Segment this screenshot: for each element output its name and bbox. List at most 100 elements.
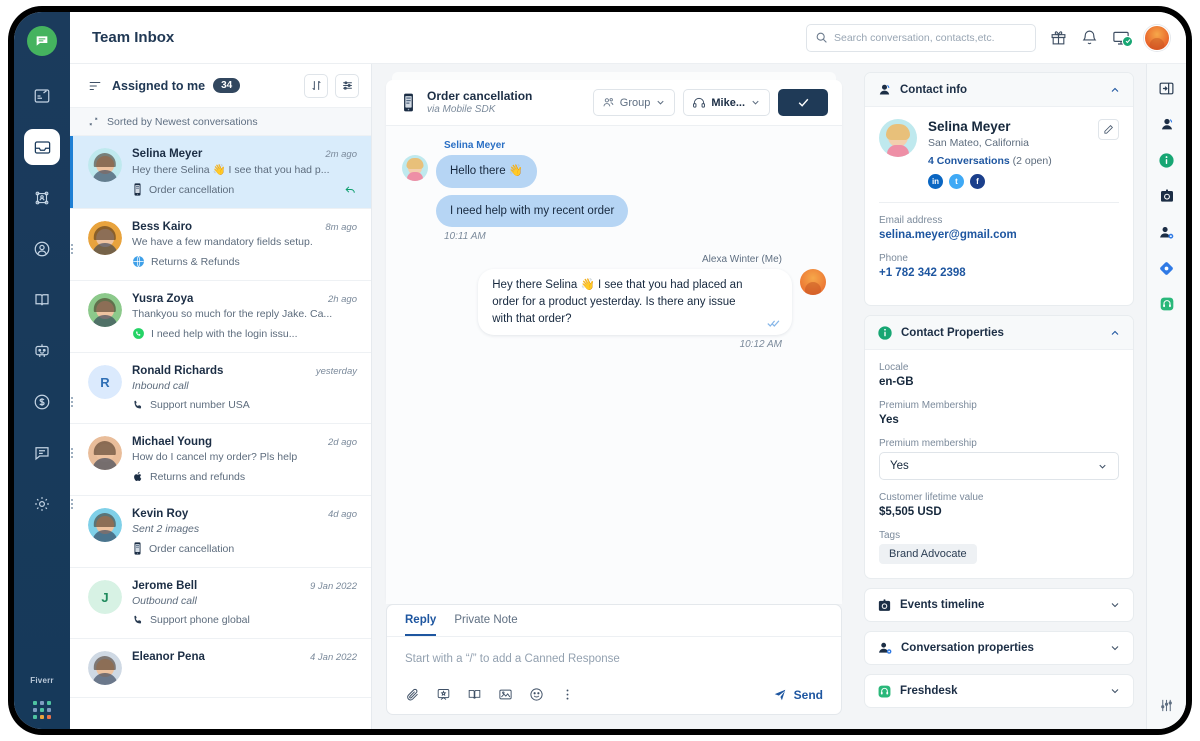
conversation-properties-icon[interactable] [1157, 222, 1177, 242]
send-button-label: Send [794, 688, 823, 702]
resolve-button[interactable] [778, 89, 828, 116]
composer-tabs: Reply Private Note [387, 605, 841, 637]
agent-dropdown[interactable]: Mike... [683, 89, 770, 116]
search-input[interactable] [834, 32, 1027, 44]
sidebar-item-bots[interactable] [24, 333, 60, 369]
gift-icon[interactable] [1050, 29, 1067, 46]
conversation-snippet: Inbound call [132, 380, 357, 392]
header-actions [806, 24, 1170, 52]
contact-info-title: Contact info [900, 84, 967, 96]
sliders-icon[interactable] [335, 74, 359, 98]
conversation-list-item[interactable]: Yusra Zoya2h agoThankyou so much for the… [70, 281, 371, 353]
conversation-list-item[interactable]: Eleanor Pena4 Jan 2022 [70, 639, 371, 698]
chevron-up-icon[interactable] [1109, 84, 1121, 96]
field-value[interactable]: +1 782 342 2398 [879, 267, 1119, 279]
property-select-value: Yes [890, 460, 909, 472]
conversation-list-item[interactable]: RRonald RichardsyesterdayInbound callSup… [70, 353, 371, 424]
attachment-icon[interactable] [405, 687, 420, 702]
chevron-down-icon[interactable] [1109, 642, 1121, 654]
info-circle-icon[interactable] [1157, 150, 1177, 170]
conversation-item-top: Kevin Roy4d ago [132, 508, 357, 520]
knowledge-base-icon[interactable] [467, 687, 482, 702]
sort-bar[interactable]: Sorted by Newest conversations [70, 108, 371, 136]
contact-info-card-header[interactable]: Contact info [865, 73, 1133, 107]
sort-mini-icon [88, 116, 99, 127]
send-button[interactable]: Send [773, 688, 823, 702]
sidebar-item-journeys[interactable] [24, 180, 60, 216]
message-bubble: Hello there 👋 [436, 155, 537, 188]
conversation-contact-name: Yusra Zoya [132, 293, 193, 305]
chevron-down-icon[interactable] [1109, 599, 1121, 611]
conversation-list[interactable]: Selina Meyer2m agoHey there Selina 👋 I s… [70, 136, 371, 729]
avatar[interactable] [1144, 25, 1170, 51]
bell-icon[interactable] [1081, 29, 1098, 46]
avatar-initial: R [88, 365, 122, 399]
desktop-check-icon[interactable] [1112, 29, 1130, 47]
canned-response-icon[interactable] [436, 687, 451, 702]
search-box[interactable] [806, 24, 1036, 52]
sidebar-item-billing[interactable] [24, 384, 60, 420]
contact-info-icon[interactable] [1157, 114, 1177, 134]
stacked-card-peek [392, 72, 836, 80]
field-label: Premium Membership [879, 400, 1119, 411]
linkedin-icon[interactable]: in [928, 174, 943, 189]
conversation-list-item[interactable]: JJerome Bell9 Jan 2022Outbound callSuppo… [70, 568, 371, 639]
collapsed-card[interactable]: Freshdesk [864, 674, 1134, 708]
conversation-item-body: Selina Meyer2m agoHey there Selina 👋 I s… [132, 148, 357, 196]
freshdesk-icon[interactable] [1157, 294, 1177, 314]
sidebar-item-campaigns[interactable] [24, 435, 60, 471]
pencil-icon[interactable] [1098, 119, 1119, 140]
composer-tab-reply[interactable]: Reply [405, 614, 436, 636]
chevron-up-icon[interactable] [1109, 327, 1121, 339]
reply-input[interactable]: Start with a “/” to add a Canned Respons… [387, 637, 841, 687]
image-icon[interactable] [498, 687, 513, 702]
app-grid-icon[interactable] [33, 701, 51, 719]
field-value[interactable]: selina.meyer@gmail.com [879, 229, 1119, 241]
sidebar-item-inbox[interactable] [24, 129, 60, 165]
conversation-channel-row: Order cancellation [132, 183, 357, 196]
more-options-icon[interactable] [560, 687, 575, 702]
filter-lines-icon[interactable] [88, 79, 102, 93]
sort-arrows-icon[interactable] [304, 74, 328, 98]
contact-conversations-link[interactable]: 4 Conversations [928, 155, 1010, 167]
message-group: Selina MeyerHello there 👋I need help wit… [402, 140, 826, 242]
freshsales-diamond-icon[interactable] [1157, 258, 1177, 278]
sidebar-item-knowledge-base[interactable] [24, 282, 60, 318]
chevron-down-icon[interactable] [1109, 685, 1121, 697]
composer-tab-private-note[interactable]: Private Note [454, 614, 517, 636]
avatar [800, 269, 826, 295]
events-timeline-icon[interactable] [1157, 186, 1177, 206]
conversation-card: Order cancellation via Mobile SDK Group [386, 80, 842, 604]
group-icon [602, 96, 615, 109]
tag-chip[interactable]: Brand Advocate [879, 544, 977, 564]
avatar [88, 436, 122, 470]
conversation-timestamp: 4d ago [328, 509, 357, 520]
conversation-title: Order cancellation [427, 89, 532, 104]
property-select[interactable]: Yes [879, 452, 1119, 480]
contact-properties-card: Contact Properties Localeen-GBPremium Me… [864, 315, 1134, 579]
conversation-list-item[interactable]: Kevin Roy4d agoSent 2 imagesOrder cancel… [70, 496, 371, 568]
sidebar-item-dashboard[interactable] [24, 78, 60, 114]
collapsed-card[interactable]: Conversation properties [864, 631, 1134, 665]
conversation-channel-row: Returns & Refunds [132, 255, 357, 268]
sliders-icon[interactable] [1157, 695, 1177, 715]
panel-toggle-icon[interactable] [1157, 78, 1177, 98]
sidebar-item-contacts[interactable] [24, 231, 60, 267]
conversation-timestamp: 2h ago [328, 294, 357, 305]
group-dropdown[interactable]: Group [593, 89, 676, 116]
collapsed-card[interactable]: Events timeline [864, 588, 1134, 622]
conversation-timestamp: 4 Jan 2022 [310, 652, 357, 663]
freshchat-logo-icon[interactable] [27, 26, 57, 56]
message-bubble: Hey there Selina 👋 I see that you had pl… [478, 269, 792, 335]
conversation-header-actions: Group Mike... [593, 89, 828, 116]
conversation-list-item[interactable]: Michael Young2d agoHow do I cancel my or… [70, 424, 371, 496]
field-label: Locale [879, 362, 1119, 373]
emoji-icon[interactable] [529, 687, 544, 702]
conversation-channel-label: Order cancellation [149, 543, 234, 555]
conversation-list-item[interactable]: Selina Meyer2m agoHey there Selina 👋 I s… [70, 136, 371, 209]
sidebar-item-settings[interactable] [24, 486, 60, 522]
conversation-list-item[interactable]: Bess Kairo8m agoWe have a few mandatory … [70, 209, 371, 281]
twitter-icon[interactable]: t [949, 174, 964, 189]
facebook-icon[interactable]: f [970, 174, 985, 189]
contact-properties-card-header[interactable]: Contact Properties [865, 316, 1133, 350]
